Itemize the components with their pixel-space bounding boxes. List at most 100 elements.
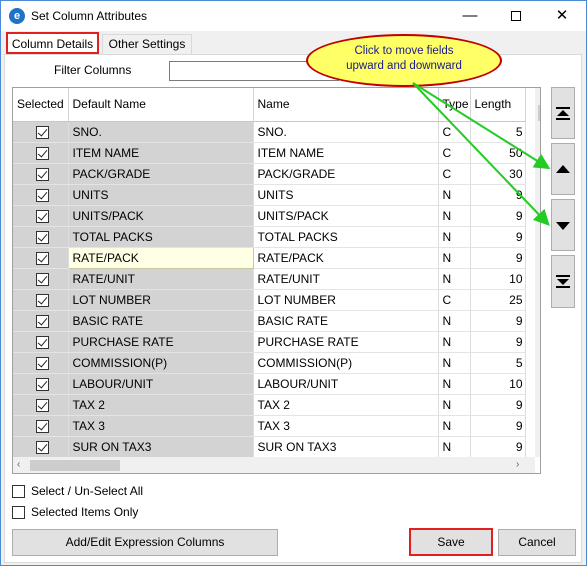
length-cell[interactable]: 30 — [470, 163, 526, 185]
selected-cell[interactable] — [13, 205, 69, 227]
name-cell[interactable]: TAX 2 — [253, 394, 439, 416]
header-length[interactable]: Length — [470, 88, 526, 122]
name-cell[interactable]: TOTAL PACKS — [253, 226, 439, 248]
length-cell[interactable]: 10 — [470, 268, 526, 290]
type-cell[interactable]: C — [438, 163, 471, 185]
row-select-checkbox[interactable] — [35, 167, 49, 181]
add-edit-expression-columns-button[interactable]: Add/Edit Expression Columns — [12, 529, 278, 556]
name-cell[interactable]: SUR ON TAX3 — [253, 436, 439, 458]
type-cell[interactable]: N — [438, 268, 471, 290]
length-cell[interactable]: 9 — [470, 331, 526, 353]
name-cell[interactable]: TAX 3 — [253, 415, 439, 437]
table-row[interactable]: LABOUR/UNIT LABOUR/UNIT N 10 — [13, 373, 526, 395]
length-cell[interactable]: 9 — [470, 436, 526, 458]
type-cell[interactable]: N — [438, 415, 471, 437]
selected-cell[interactable] — [13, 310, 69, 332]
row-select-checkbox[interactable] — [35, 188, 49, 202]
default-name-cell[interactable]: ITEM NAME — [68, 142, 254, 164]
length-cell[interactable]: 10 — [470, 373, 526, 395]
select-all-checkbox[interactable] — [12, 485, 25, 499]
type-cell[interactable]: C — [438, 289, 471, 311]
table-row[interactable]: RATE/UNIT RATE/UNIT N 10 — [13, 268, 526, 290]
default-name-cell[interactable]: SNO. — [68, 121, 254, 143]
save-button[interactable]: Save — [409, 528, 493, 556]
name-cell[interactable]: UNITS — [253, 184, 439, 206]
table-row[interactable]: UNITS UNITS N 9 — [13, 184, 526, 206]
name-cell[interactable]: LABOUR/UNIT — [253, 373, 439, 395]
name-cell[interactable]: BASIC RATE — [253, 310, 439, 332]
selected-cell[interactable] — [13, 226, 69, 248]
length-cell[interactable]: 50 — [470, 142, 526, 164]
row-select-checkbox[interactable] — [35, 335, 49, 349]
default-name-cell[interactable]: COMMISSION(P) — [68, 352, 254, 374]
scroll-down-arrow-icon[interactable]: ⌄ — [539, 442, 540, 453]
cancel-button[interactable]: Cancel — [498, 529, 576, 556]
row-select-checkbox[interactable] — [35, 146, 49, 160]
table-row[interactable]: PURCHASE RATE PURCHASE RATE N 9 — [13, 331, 526, 353]
name-cell[interactable]: LOT NUMBER — [253, 289, 439, 311]
selected-cell[interactable] — [13, 289, 69, 311]
selected-cell[interactable] — [13, 331, 69, 353]
tab-column-details[interactable]: Column Details — [6, 32, 99, 54]
name-cell[interactable]: COMMISSION(P) — [253, 352, 439, 374]
move-to-top-button[interactable] — [551, 87, 575, 139]
row-select-checkbox[interactable] — [35, 125, 49, 139]
type-cell[interactable]: N — [438, 436, 471, 458]
selected-cell[interactable] — [13, 436, 69, 458]
name-cell[interactable]: PACK/GRADE — [253, 163, 439, 185]
selected-cell[interactable] — [13, 142, 69, 164]
header-default-name[interactable]: Default Name — [68, 88, 254, 122]
length-cell[interactable]: 5 — [470, 352, 526, 374]
table-row[interactable]: TAX 3 TAX 3N9 — [13, 415, 526, 437]
table-row[interactable]: ITEM NAME ITEM NAME C 50 — [13, 142, 526, 164]
length-cell[interactable]: 9 — [470, 415, 526, 437]
table-row[interactable]: UNITS/PACK UNITS/PACK N 9 — [13, 205, 526, 227]
row-select-checkbox[interactable] — [35, 251, 49, 265]
move-to-bottom-button[interactable] — [551, 255, 575, 308]
length-cell[interactable]: 9 — [470, 394, 526, 416]
default-name-cell[interactable]: LOT NUMBER — [68, 289, 254, 311]
selected-cell[interactable] — [13, 415, 69, 437]
name-cell[interactable]: UNITS/PACK — [253, 205, 439, 227]
selected-cell[interactable] — [13, 373, 69, 395]
row-select-checkbox[interactable] — [35, 440, 49, 454]
scroll-left-arrow-icon[interactable]: ‹ — [17, 459, 20, 470]
type-cell[interactable]: C — [438, 142, 471, 164]
name-cell[interactable]: PURCHASE RATE — [253, 331, 439, 353]
type-cell[interactable]: N — [438, 226, 471, 248]
length-cell[interactable]: 9 — [470, 226, 526, 248]
length-cell[interactable]: 9 — [470, 205, 526, 227]
selected-cell[interactable] — [13, 121, 69, 143]
name-cell[interactable]: RATE/UNIT — [253, 268, 439, 290]
minimize-button[interactable]: — — [447, 1, 493, 31]
row-select-checkbox[interactable] — [35, 419, 49, 433]
type-cell[interactable]: N — [438, 394, 471, 416]
horizontal-scrollbar[interactable]: ‹ › — [13, 457, 535, 473]
row-select-checkbox[interactable] — [35, 377, 49, 391]
default-name-cell[interactable]: RATE/PACK — [67, 246, 254, 269]
type-cell[interactable]: N — [438, 247, 471, 269]
type-cell[interactable]: N — [438, 331, 471, 353]
length-cell[interactable]: 9 — [470, 184, 526, 206]
selected-cell[interactable] — [13, 163, 69, 185]
default-name-cell[interactable]: LABOUR/UNIT — [68, 373, 254, 395]
select-all-option[interactable]: Select / Un-Select All — [12, 484, 143, 499]
selected-only-option[interactable]: Selected Items Only — [12, 505, 138, 520]
type-cell[interactable]: N — [438, 184, 471, 206]
row-select-checkbox[interactable] — [35, 314, 49, 328]
default-name-cell[interactable]: PURCHASE RATE — [68, 331, 254, 353]
header-selected[interactable]: Selected — [13, 88, 69, 122]
length-cell[interactable]: 25 — [470, 289, 526, 311]
default-name-cell[interactable]: RATE/UNIT — [68, 268, 254, 290]
default-name-cell[interactable]: UNITS/PACK — [68, 205, 254, 227]
header-type[interactable]: Type — [438, 88, 471, 122]
table-row[interactable]: LOT NUMBER LOT NUMBER C 25 — [13, 289, 526, 311]
length-cell[interactable]: 9 — [470, 310, 526, 332]
row-select-checkbox[interactable] — [35, 272, 49, 286]
selected-cell[interactable] — [13, 394, 69, 416]
default-name-cell[interactable]: BASIC RATE — [68, 310, 254, 332]
maximize-button[interactable] — [493, 1, 539, 31]
length-cell[interactable]: 5 — [470, 121, 526, 143]
default-name-cell[interactable]: SUR ON TAX3 — [68, 436, 254, 458]
table-row[interactable]: RATE/PACK RATE/PACK N 9 — [13, 246, 526, 269]
